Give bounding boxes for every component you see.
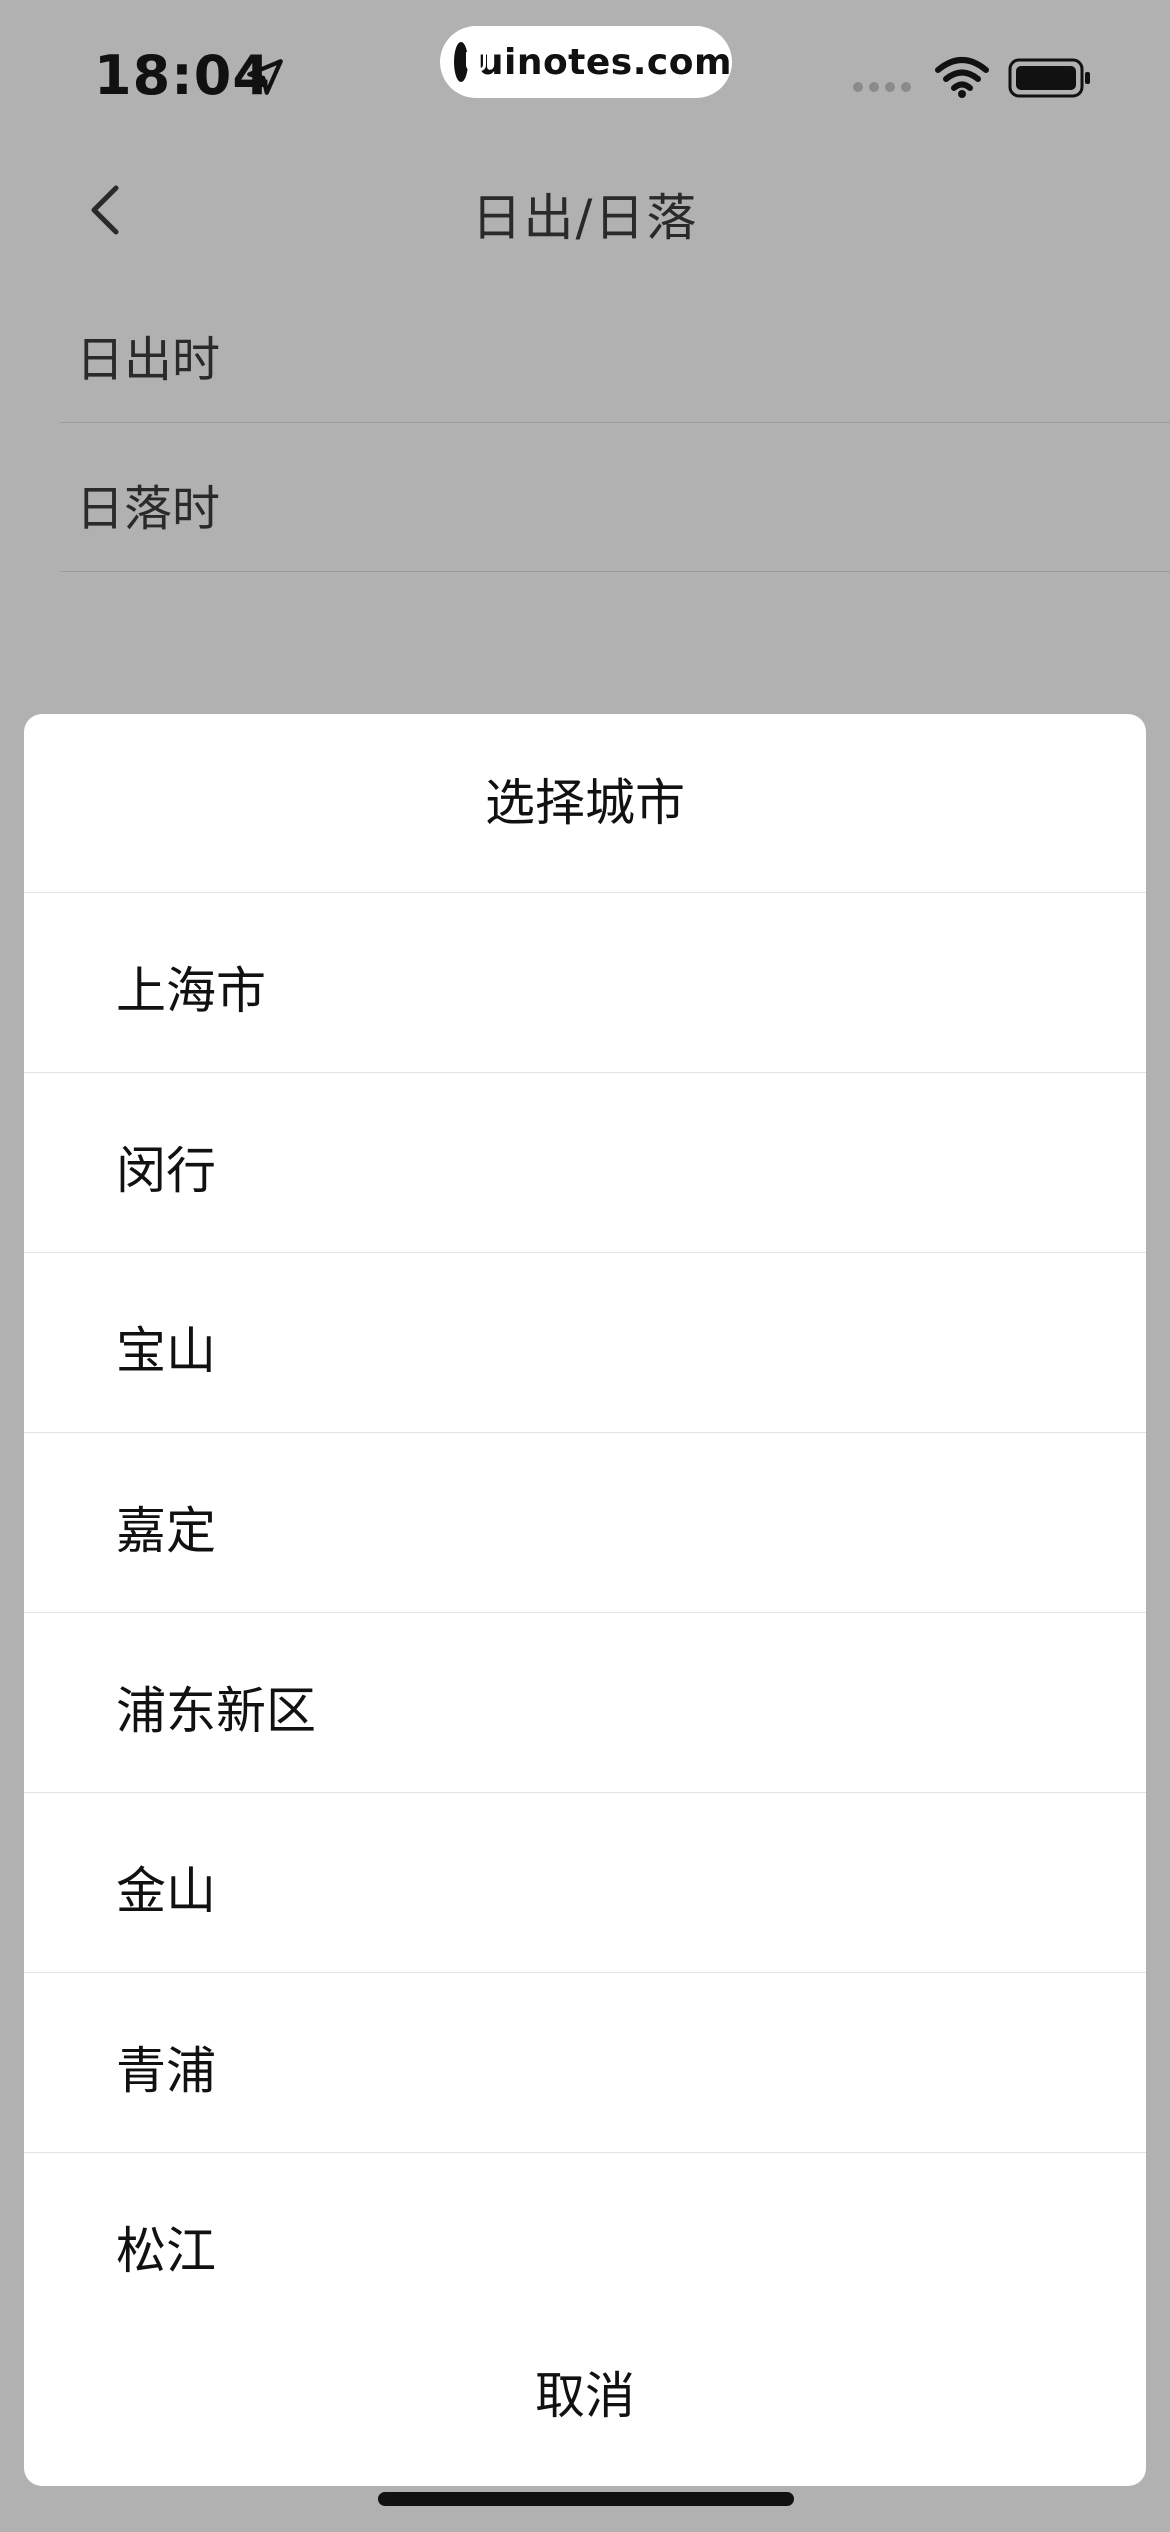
city-option[interactable]: 嘉定	[24, 1433, 1146, 1613]
watermark-text: uinotes.com	[477, 41, 732, 83]
city-option[interactable]: 闵行	[24, 1073, 1146, 1253]
home-indicator[interactable]	[378, 2492, 794, 2506]
city-option-label: 闵行	[116, 1142, 216, 1200]
cellular-signal-icon	[853, 82, 911, 92]
watermark-badge: uinotes.com	[440, 26, 732, 98]
city-option[interactable]: 青浦	[24, 1973, 1146, 2153]
city-option-label: 嘉定	[116, 1502, 216, 1560]
wifi-icon	[935, 57, 989, 98]
city-option-label: 宝山	[116, 1322, 216, 1380]
city-option-label: 金山	[116, 1862, 216, 1920]
city-option[interactable]: 浦东新区	[24, 1613, 1146, 1793]
settings-row-label: 日出时	[76, 332, 221, 388]
navigation-bar: 日出/日落	[0, 150, 1170, 270]
settings-row-sunrise[interactable]: 日出时	[60, 274, 1170, 423]
city-option-label: 上海市	[116, 962, 266, 1020]
page-title: 日出/日落	[471, 189, 699, 247]
settings-row-label: 日落时	[76, 481, 221, 537]
city-picker-sheet: 选择城市 上海市 闵行 宝山 嘉定 浦东新区 金山 青浦 松江 取消	[24, 714, 1146, 2486]
city-option[interactable]: 上海市	[24, 893, 1146, 1073]
city-option[interactable]: 宝山	[24, 1253, 1146, 1433]
location-arrow-icon	[247, 59, 283, 95]
sheet-title: 选择城市	[24, 714, 1146, 893]
status-bar: 18:04 uinotes.com	[0, 0, 1170, 150]
city-option-label: 松江	[116, 2222, 216, 2280]
settings-row-sunset[interactable]: 日落时	[60, 423, 1170, 572]
battery-icon	[1008, 58, 1090, 98]
cancel-button[interactable]: 取消	[24, 2306, 1146, 2486]
city-option[interactable]: 金山	[24, 1793, 1146, 1973]
watermark-logo-icon	[454, 42, 486, 82]
city-option-label: 浦东新区	[116, 1682, 316, 1740]
city-option-label: 青浦	[116, 2042, 216, 2100]
